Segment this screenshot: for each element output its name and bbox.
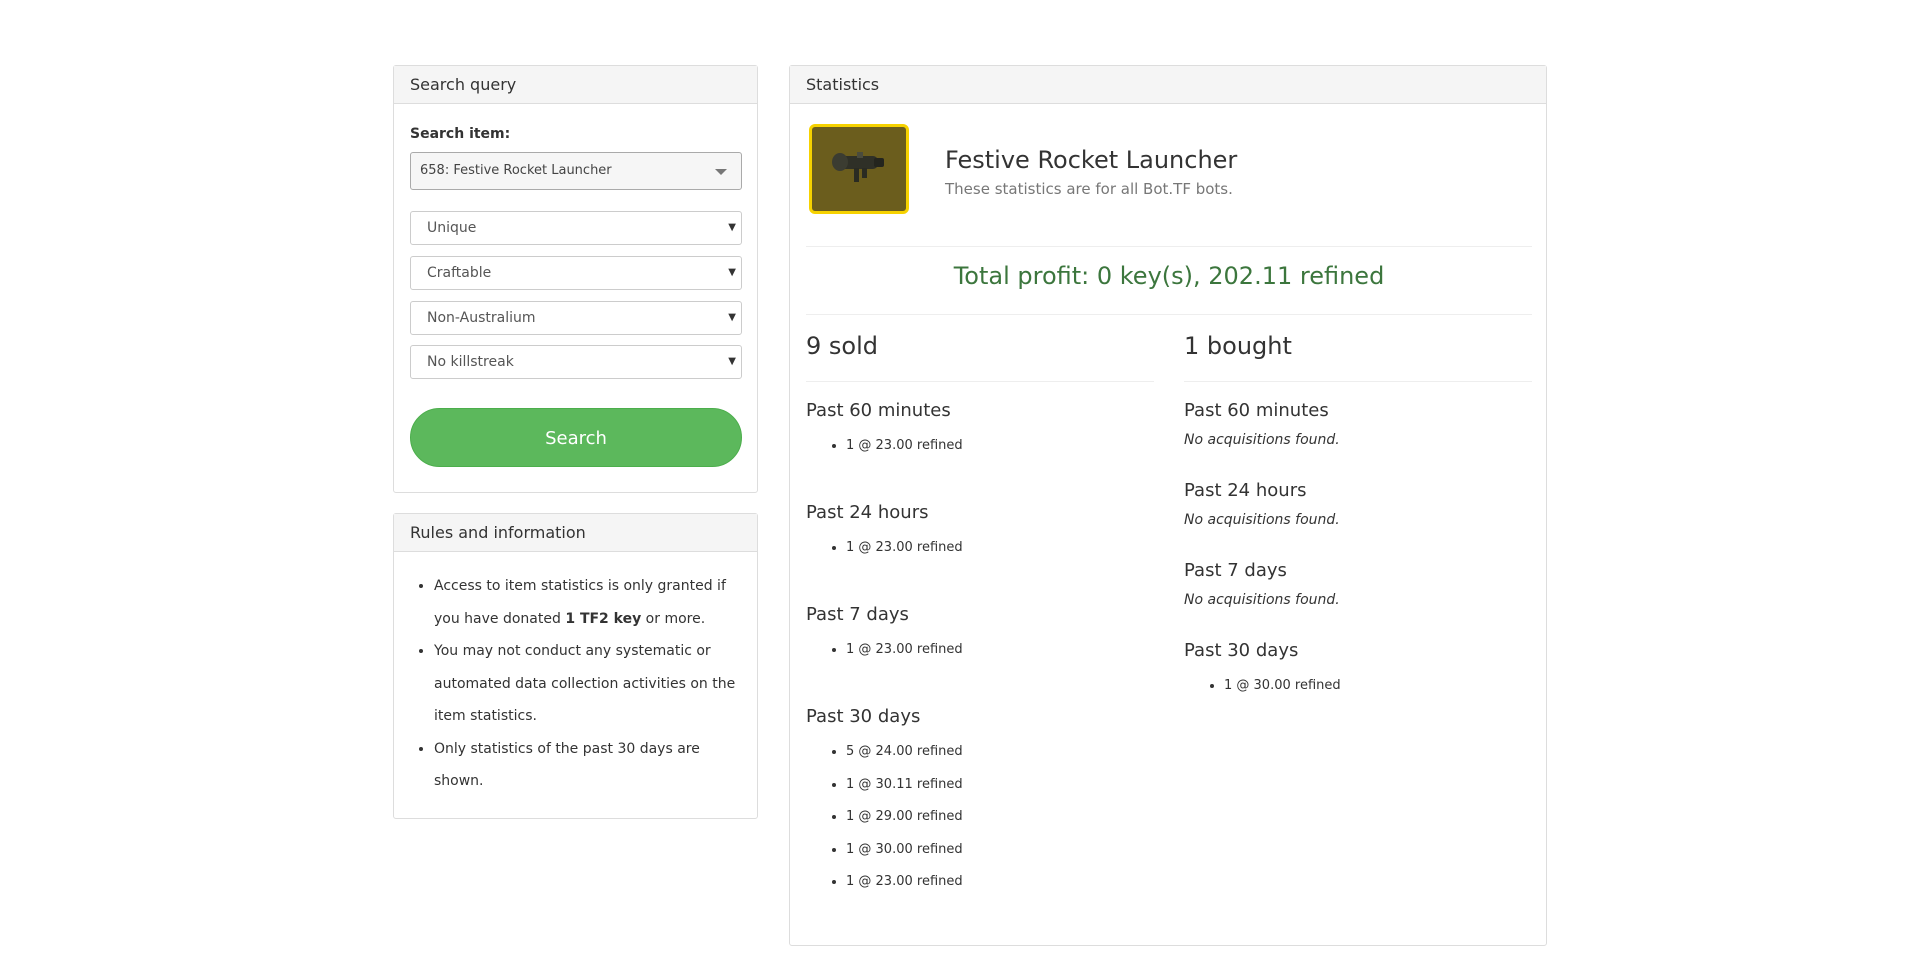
sold-list: 5 @ 24.00 refined 1 @ 30.11 refined 1 @ … (806, 736, 963, 899)
divider (1184, 381, 1532, 382)
search-item-select[interactable]: 658: Festive Rocket Launcher (410, 152, 742, 190)
no-acquisitions-text: No acquisitions found. (1184, 432, 1340, 448)
bought-list: 1 @ 30.00 refined (1184, 670, 1341, 703)
list-item: 1 @ 23.00 refined (846, 634, 963, 667)
search-item-label: Search item: (410, 126, 511, 142)
chevron-down-icon: ▼ (728, 267, 736, 278)
item-title: Festive Rocket Launcher (945, 146, 1238, 174)
sold-list: 1 @ 23.00 refined (806, 532, 963, 565)
sold-count-heading: 9 sold (806, 332, 878, 360)
list-item: 1 @ 23.00 refined (846, 866, 963, 899)
list-item: 1 @ 30.11 refined (846, 769, 963, 802)
sold-list: 1 @ 23.00 refined (806, 430, 963, 463)
total-profit: Total profit: 0 key(s), 202.11 refined (953, 262, 1385, 290)
rules-list: Access to item statistics is only grante… (418, 570, 744, 798)
rules-panel: Rules and information Access to item sta… (393, 513, 758, 819)
bought-count-heading: 1 bought (1184, 332, 1292, 360)
statistics-panel: Statistics Festive Rocket Launcher These… (789, 65, 1547, 946)
search-query-heading: Search query (394, 66, 757, 104)
sold-period-title: Past 30 days (806, 706, 921, 727)
search-item-value: 658: Festive Rocket Launcher (420, 163, 612, 178)
rule-item: You may not conduct any systematic or au… (434, 635, 744, 733)
search-button[interactable]: Search (410, 408, 742, 467)
bought-period-title: Past 60 minutes (1184, 400, 1329, 421)
bought-period-title: Past 7 days (1184, 560, 1287, 581)
quality-value: Unique (427, 220, 477, 236)
craftable-select[interactable]: Craftable ▼ (410, 256, 742, 290)
list-item: 1 @ 30.00 refined (1224, 670, 1341, 703)
divider (806, 314, 1532, 315)
statistics-heading: Statistics (790, 66, 1546, 104)
no-acquisitions-text: No acquisitions found. (1184, 512, 1340, 528)
sold-period-title: Past 60 minutes (806, 400, 951, 421)
divider (806, 381, 1154, 382)
killstreak-value: No killstreak (427, 354, 514, 370)
list-item: 1 @ 23.00 refined (846, 430, 963, 463)
rule-item: Access to item statistics is only grante… (434, 570, 744, 635)
chevron-down-icon: ▼ (728, 356, 736, 367)
chevron-down-icon (715, 169, 727, 175)
no-acquisitions-text: No acquisitions found. (1184, 592, 1340, 608)
sold-period-title: Past 24 hours (806, 502, 929, 523)
donation-requirement: 1 TF2 key (565, 610, 642, 627)
sold-list: 1 @ 23.00 refined (806, 634, 963, 667)
rules-heading: Rules and information (394, 514, 757, 552)
quality-select[interactable]: Unique ▼ (410, 211, 742, 245)
search-query-panel: Search query Search item: 658: Festive R… (393, 65, 758, 493)
divider (806, 246, 1532, 247)
killstreak-select[interactable]: No killstreak ▼ (410, 345, 742, 379)
list-item: 1 @ 29.00 refined (846, 801, 963, 834)
chevron-down-icon: ▼ (728, 222, 736, 233)
australium-select[interactable]: Non-Australium ▼ (410, 301, 742, 335)
list-item: 1 @ 23.00 refined (846, 532, 963, 565)
item-subtitle: These statistics are for all Bot.TF bots… (945, 180, 1233, 198)
chevron-down-icon: ▼ (728, 312, 736, 323)
australium-value: Non-Australium (427, 310, 536, 326)
rocket-launcher-icon (809, 124, 909, 214)
bought-period-title: Past 30 days (1184, 640, 1299, 661)
rule-item: Only statistics of the past 30 days are … (434, 733, 744, 798)
bought-period-title: Past 24 hours (1184, 480, 1307, 501)
list-item: 1 @ 30.00 refined (846, 834, 963, 867)
sold-period-title: Past 7 days (806, 604, 909, 625)
list-item: 5 @ 24.00 refined (846, 736, 963, 769)
craftable-value: Craftable (427, 265, 492, 281)
